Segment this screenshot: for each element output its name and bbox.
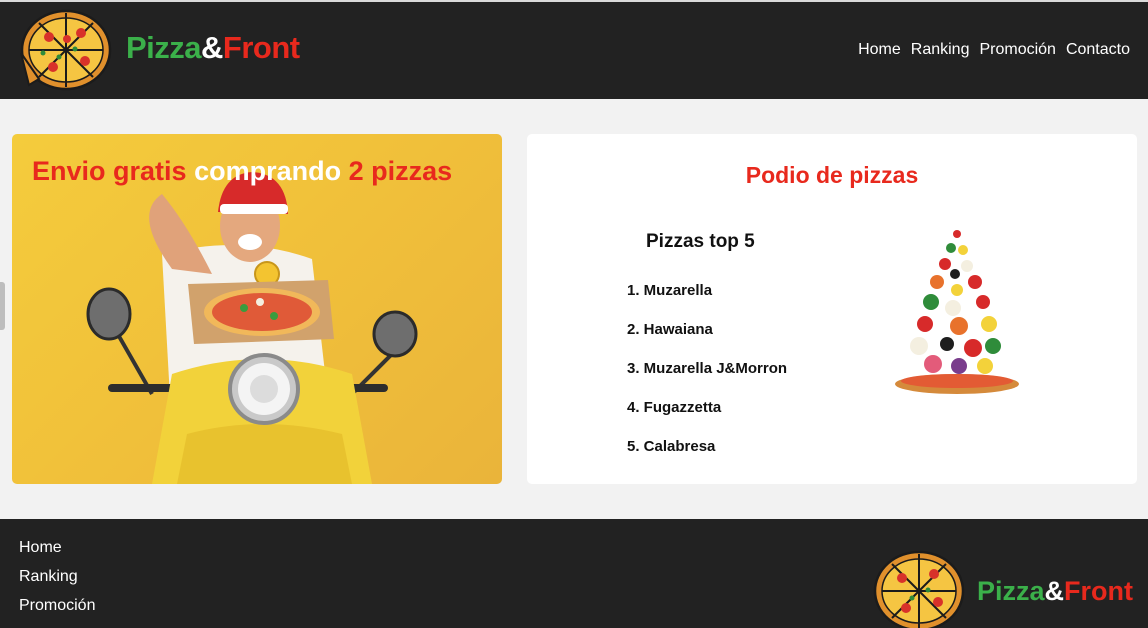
- promo-banner[interactable]: Envio gratis comprando 2 pizzas: [12, 134, 502, 484]
- header-top-line: [0, 0, 1148, 2]
- list-item: 1. Muzarella: [627, 282, 713, 299]
- footer-brand-part-pizza: Pizza: [977, 576, 1045, 606]
- promo-title-part3: 2 pizzas: [348, 156, 453, 186]
- footer-brand-part-ampersand: &: [1044, 576, 1065, 606]
- footer-brand-part-front: Front: [1064, 576, 1134, 606]
- top-pizza-list: 1. Muzarella 2. Hawaiana 3. Muzarella J&…: [627, 282, 787, 477]
- list-item: 2. Hawaiana: [627, 321, 713, 338]
- promo-title-part1: Envio gratis: [32, 156, 187, 186]
- site-footer: Home Ranking Promoción Pizza&Front: [0, 519, 1148, 628]
- nav-home[interactable]: Home: [858, 41, 901, 59]
- brand-part-ampersand: &: [201, 30, 223, 65]
- promo-title: Envio gratis comprando 2 pizzas: [32, 156, 452, 187]
- flying-pizza-ingredients: [895, 230, 1019, 394]
- podio-title: Podio de pizzas: [745, 162, 919, 188]
- podio-card: Podio de pizzas Pizzas top 5 1. Muzarell…: [527, 134, 1137, 484]
- footer-link-ranking[interactable]: Ranking: [19, 568, 95, 597]
- side-scroll-tab[interactable]: [0, 282, 5, 330]
- footer-brand-name[interactable]: Pizza&Front: [977, 576, 1133, 607]
- footer-link-promocion[interactable]: Promoción: [19, 597, 95, 626]
- main-nav: Home Ranking Promoción Contacto: [858, 41, 1130, 59]
- footer-nav: Home Ranking Promoción: [19, 539, 95, 626]
- pizza-logo-icon[interactable]: [19, 9, 113, 91]
- promo-title-part2: comprando: [194, 156, 342, 186]
- brand-name[interactable]: Pizza&Front: [126, 30, 300, 66]
- top-list-title: Pizzas top 5: [646, 231, 755, 252]
- nav-contacto[interactable]: Contacto: [1066, 41, 1130, 59]
- list-item: 5. Calabresa: [627, 438, 716, 455]
- footer-pizza-logo-icon[interactable]: [872, 550, 966, 628]
- nav-ranking[interactable]: Ranking: [911, 41, 970, 59]
- list-item: 3. Muzarella J&Morron: [627, 360, 788, 377]
- footer-link-home[interactable]: Home: [19, 539, 95, 568]
- site-header: Pizza&Front Home Ranking Promoción Conta…: [0, 0, 1148, 99]
- brand-part-pizza: Pizza: [126, 30, 202, 65]
- nav-promocion[interactable]: Promoción: [979, 41, 1055, 59]
- brand-part-front: Front: [222, 30, 300, 65]
- list-item: 4. Fugazzetta: [627, 399, 722, 416]
